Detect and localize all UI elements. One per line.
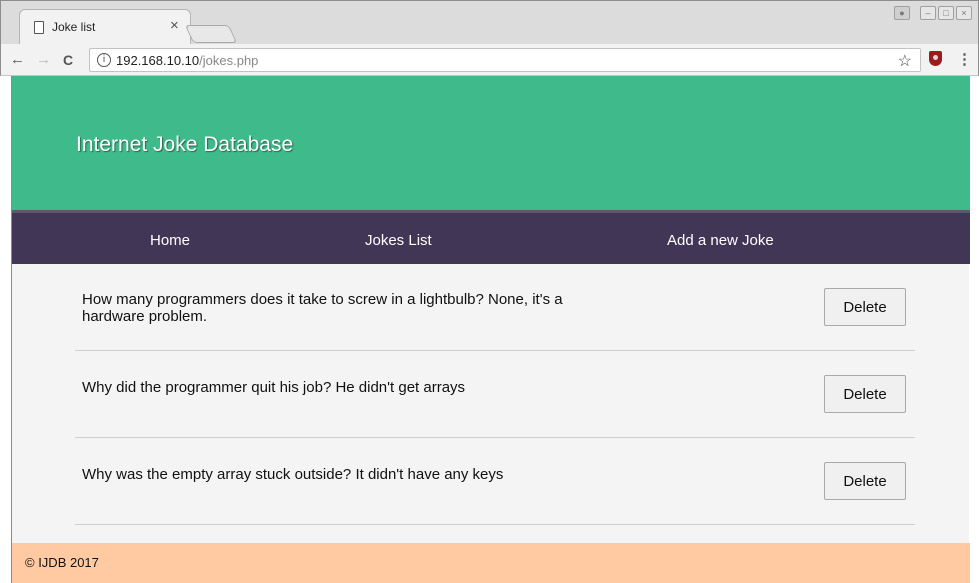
joke-text: Why was the empty array stuck outside? I… <box>82 466 504 483</box>
site-title: Internet Joke Database <box>76 133 294 156</box>
url-path: /jokes.php <box>199 53 259 68</box>
joke-item: Why was the empty array stuck outside? I… <box>75 438 915 525</box>
info-icon[interactable]: i <box>97 53 111 67</box>
nav-link-jokes-list[interactable]: Jokes List <box>365 232 432 249</box>
maximize-button[interactable]: □ <box>938 6 954 20</box>
joke-item: How many programmers does it take to scr… <box>75 264 915 351</box>
user-profile-icon[interactable]: ● <box>894 6 910 20</box>
close-tab-icon[interactable]: × <box>170 17 179 34</box>
tab-title: Joke list <box>52 20 96 34</box>
url-text: 192.168.10.10/jokes.php <box>116 53 258 68</box>
delete-button[interactable]: Delete <box>824 462 906 500</box>
nav-link-add-joke[interactable]: Add a new Joke <box>667 232 774 249</box>
browser-menu-icon[interactable]: ⋮ <box>957 50 972 68</box>
url-host: 192.168.10.10 <box>116 53 200 68</box>
bookmark-star-icon[interactable]: ☆ <box>898 51 912 71</box>
forward-arrow-icon[interactable]: → <box>36 51 51 68</box>
new-tab-button[interactable] <box>184 25 238 43</box>
browser-chrome: Joke list × ● – □ × ← → C i 192.168.10.1… <box>0 0 979 76</box>
close-window-button[interactable]: × <box>956 6 972 20</box>
delete-button[interactable]: Delete <box>824 375 906 413</box>
browser-toolbar: ← → C i 192.168.10.10/jokes.php ☆ <box>0 44 979 76</box>
address-bar[interactable]: i 192.168.10.10/jokes.php ☆ <box>89 48 921 72</box>
extension-shield-icon[interactable] <box>929 51 942 66</box>
tab-strip: Joke list × ● – □ × <box>0 0 979 45</box>
minimize-button[interactable]: – <box>920 6 936 20</box>
joke-item: Why did the programmer quit his job? He … <box>75 351 915 438</box>
joke-list: How many programmers does it take to scr… <box>75 264 915 525</box>
reload-icon[interactable]: C <box>63 52 73 68</box>
page-content: Internet Joke Database Home Jokes List A… <box>11 76 970 583</box>
window-controls: ● – □ × <box>894 6 972 20</box>
browser-tab[interactable]: Joke list × <box>19 9 191 45</box>
delete-button[interactable]: Delete <box>824 288 906 326</box>
back-arrow-icon[interactable]: ← <box>10 51 25 68</box>
page-icon <box>34 21 44 34</box>
nav-link-home[interactable]: Home <box>150 232 190 249</box>
site-footer: © IJDB 2017 <box>12 543 970 583</box>
site-banner: Internet Joke Database <box>12 76 970 210</box>
joke-text: Why did the programmer quit his job? He … <box>82 379 466 396</box>
main-nav: Home Jokes List Add a new Joke <box>12 210 970 264</box>
footer-copyright: © IJDB 2017 <box>25 555 99 570</box>
joke-text: How many programmers does it take to scr… <box>82 291 563 325</box>
